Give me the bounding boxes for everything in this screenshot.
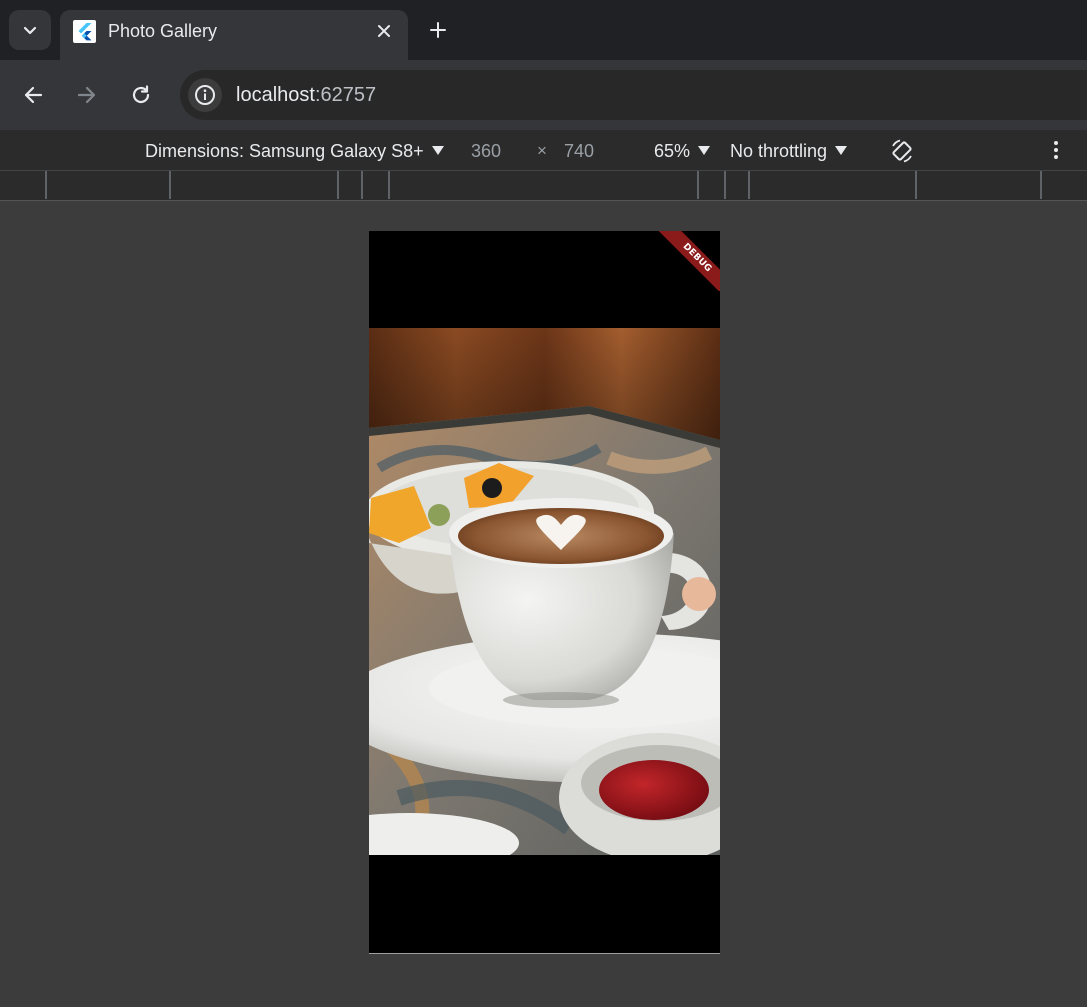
zoom-label: 65% (654, 141, 691, 161)
forward-button[interactable] (72, 80, 102, 110)
browser-toolbar: localhost:62757 (0, 60, 1087, 130)
back-button[interactable] (18, 80, 48, 110)
device-toolbar: Dimensions: Samsung Galaxy S8+ 360 × 740… (0, 130, 1087, 171)
ruler-tick (361, 171, 363, 199)
close-icon (378, 25, 390, 37)
ruler-tick (45, 171, 47, 199)
gallery-photo[interactable] (369, 328, 720, 855)
throttling-dropdown[interactable]: No throttling (730, 140, 848, 162)
site-info-button[interactable] (188, 78, 222, 112)
media-query-ruler[interactable] (0, 171, 1087, 201)
ruler-tick (388, 171, 390, 199)
tab-strip: Photo Gallery (0, 0, 1087, 60)
device-dimensions-label: Dimensions: Samsung Galaxy S8+ (145, 141, 424, 161)
device-viewport: DEBUG (369, 231, 720, 954)
flutter-icon (73, 20, 96, 43)
new-tab-button[interactable] (424, 16, 452, 44)
tab-search-button[interactable] (9, 10, 51, 50)
url-port: :62757 (314, 84, 377, 106)
zoom-dropdown[interactable]: 65% (654, 140, 711, 162)
device-dimensions-dropdown[interactable]: Dimensions: Samsung Galaxy S8+ (145, 140, 444, 162)
caret-down-icon (431, 146, 444, 155)
dimension-separator: × (537, 141, 547, 160)
arrow-right-icon (77, 86, 96, 104)
device-width-input[interactable]: 360 (471, 140, 501, 162)
address-bar[interactable]: localhost:62757 (180, 70, 1087, 120)
reload-button[interactable] (126, 80, 156, 110)
debug-ribbon-label: DEBUG (652, 231, 720, 291)
reload-icon (132, 85, 150, 104)
debug-banner: DEBUG (369, 231, 720, 291)
tab-title: Photo Gallery (108, 21, 218, 41)
tab-photo-gallery[interactable]: Photo Gallery (60, 10, 408, 60)
caret-down-icon (835, 146, 848, 155)
more-options-button[interactable] (1048, 139, 1064, 166)
throttling-label: No throttling (730, 141, 828, 161)
ruler-tick (337, 171, 339, 199)
ruler-tick (1040, 171, 1042, 199)
url-text: localhost:62757 (236, 82, 376, 108)
rotate-icon (892, 139, 912, 163)
info-icon (195, 85, 215, 105)
tab-close-button[interactable] (372, 19, 396, 43)
arrow-left-icon (24, 86, 43, 104)
coffee-photo (369, 328, 720, 855)
ruler-tick (169, 171, 171, 199)
caret-down-icon (698, 146, 711, 155)
ruler-tick (748, 171, 750, 199)
device-height-input[interactable]: 740 (564, 140, 594, 162)
chevron-down-icon (23, 26, 37, 35)
plus-icon (430, 22, 446, 38)
rotate-button[interactable] (888, 137, 916, 170)
ruler-tick (915, 171, 917, 199)
ruler-tick (697, 171, 699, 199)
url-host: localhost (236, 84, 315, 106)
more-vertical-icon (1054, 141, 1058, 159)
ruler-tick (724, 171, 726, 199)
